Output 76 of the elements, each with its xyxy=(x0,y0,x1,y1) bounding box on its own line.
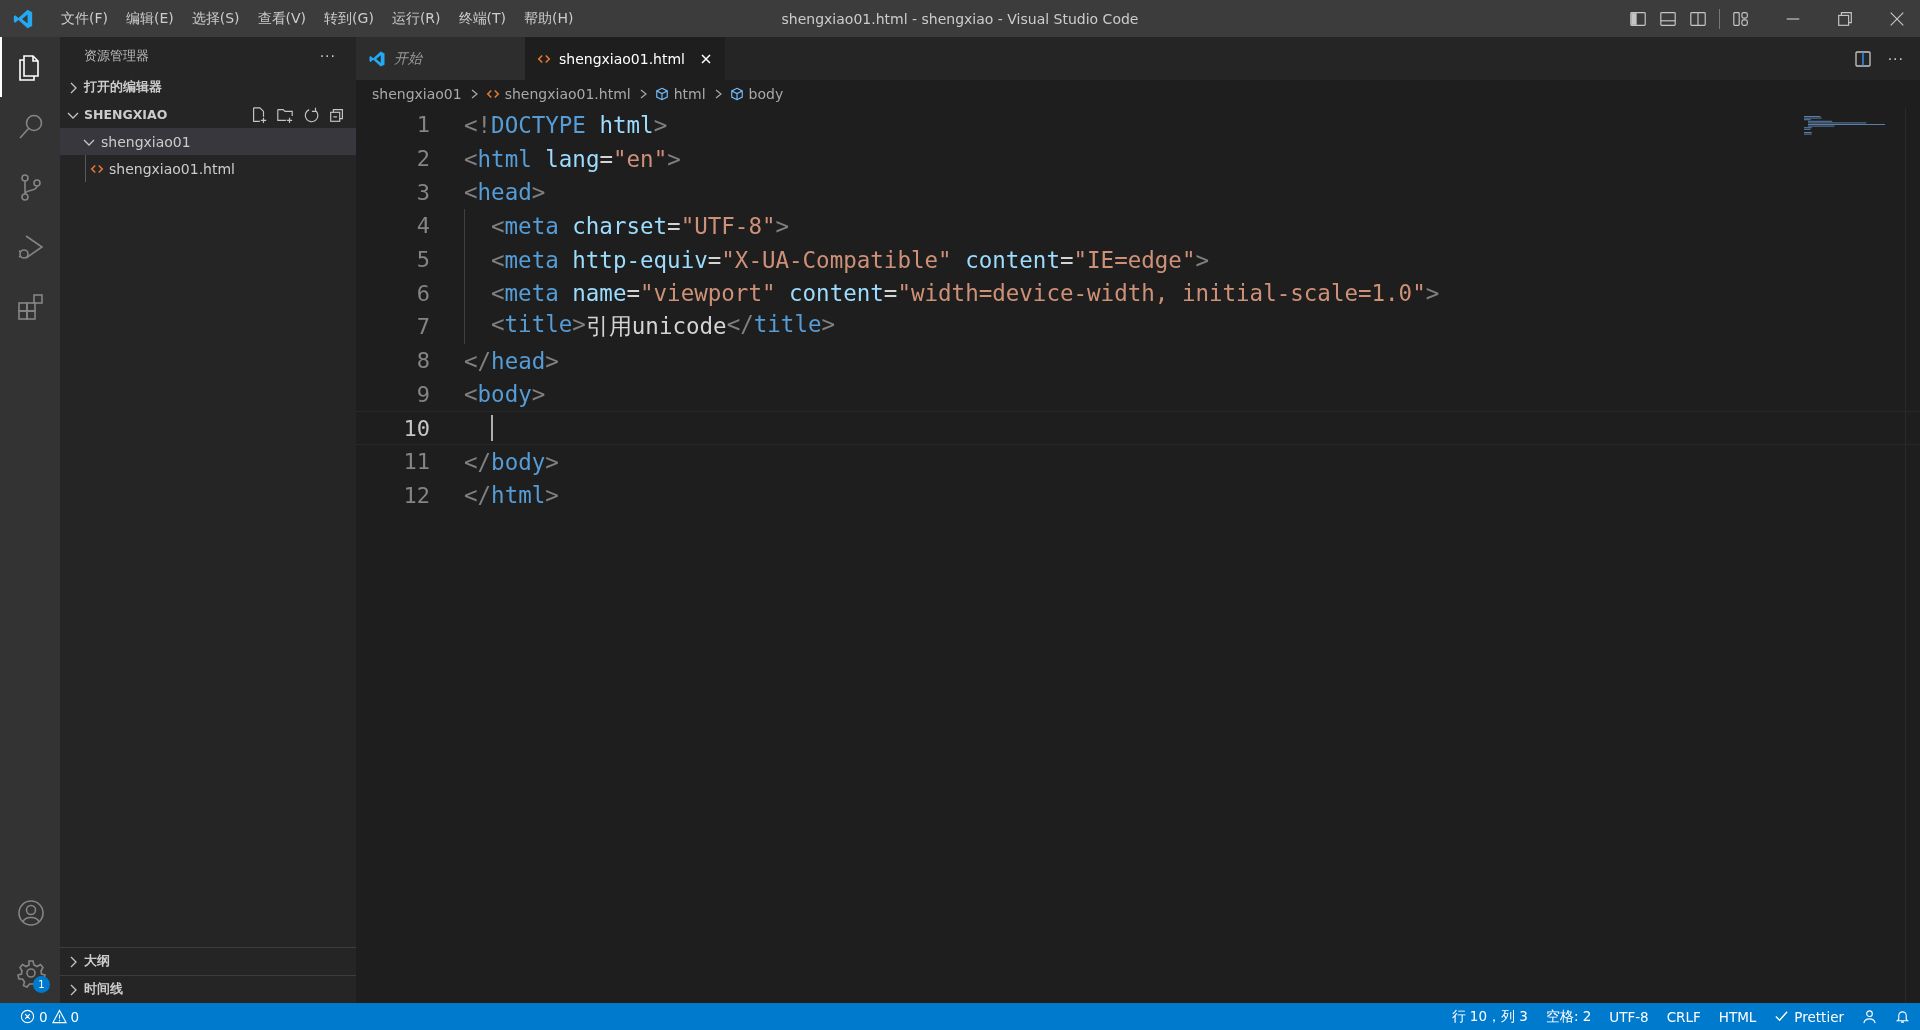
code-text: <html lang="en"> xyxy=(464,145,681,172)
line-number: 1 xyxy=(415,112,430,138)
code-text: <!DOCTYPE html> xyxy=(464,111,668,138)
status-item[interactable]: Prettier xyxy=(1774,1008,1844,1025)
panel-toggle-icon[interactable] xyxy=(1659,9,1677,28)
element-icon xyxy=(729,87,744,101)
settings-icon[interactable] xyxy=(15,957,47,989)
editor-tab[interactable]: shengxiao01.html xyxy=(525,37,725,80)
layout-icon[interactable] xyxy=(1732,9,1750,28)
menu-item[interactable]: 文件(F) xyxy=(52,5,117,32)
split-layout-icon[interactable] xyxy=(1689,9,1707,28)
app-logo-icon xyxy=(12,7,34,30)
restore-icon[interactable] xyxy=(1836,9,1854,28)
code-text: <meta name="viewport" content="width=device-width, initial-scale=1.0"> xyxy=(490,280,1440,307)
line-number: 3 xyxy=(415,179,430,205)
html-file-icon xyxy=(485,87,500,101)
new-file-icon[interactable] xyxy=(250,105,268,124)
file-item[interactable]: shengxiao01.html xyxy=(109,160,235,177)
error-icon xyxy=(20,1009,35,1024)
section-header[interactable]: 打开的编辑器 xyxy=(84,79,162,96)
line-number: 6 xyxy=(415,280,430,306)
line-number: 2 xyxy=(415,146,430,172)
line-number: 12 xyxy=(402,482,430,508)
code-text: <head> xyxy=(464,179,546,206)
menu-item[interactable]: 查看(V) xyxy=(248,5,316,32)
window-title: shengxiao01.html - shengxiao - Visual Studio Code xyxy=(781,10,1139,27)
status-item[interactable]: CRLF xyxy=(1666,1008,1701,1025)
split-editor-icon[interactable] xyxy=(1853,49,1872,68)
status-item[interactable]: 行 10，列 3 xyxy=(1451,1007,1528,1026)
more-actions-button[interactable]: ··· xyxy=(1887,50,1904,67)
check-icon xyxy=(1774,1009,1790,1024)
breadcrumb-item[interactable]: body xyxy=(748,86,784,102)
warning-icon xyxy=(51,1009,67,1024)
person-icon[interactable] xyxy=(1862,1009,1877,1024)
element-icon xyxy=(654,87,669,101)
line-number: 4 xyxy=(415,213,430,239)
status-item[interactable]: 空格: 2 xyxy=(1545,1007,1592,1026)
line-number: 5 xyxy=(415,247,430,273)
line-number: 11 xyxy=(402,449,430,475)
sidebar-title: 资源管理器 xyxy=(84,46,149,65)
code-text: </head> xyxy=(464,347,559,374)
line-number: 7 xyxy=(415,314,430,340)
menu-item[interactable]: 转到(G) xyxy=(315,5,383,32)
menu-item[interactable]: 终端(T) xyxy=(449,5,515,32)
folder-item[interactable]: shengxiao01 xyxy=(101,133,191,150)
account-icon[interactable] xyxy=(15,897,47,929)
menu-item[interactable]: 编辑(E) xyxy=(117,5,183,32)
breadcrumb-item[interactable]: shengxiao01 xyxy=(372,86,462,102)
section-header[interactable]: 大纲 xyxy=(84,953,110,970)
close-icon[interactable] xyxy=(699,51,713,66)
sidebar-toggle-icon[interactable] xyxy=(1629,9,1647,28)
app-logo-icon xyxy=(368,49,386,68)
editor-tab[interactable]: 开始 xyxy=(356,37,525,80)
line-number: 10 xyxy=(402,415,430,441)
status-item[interactable]: UTF-8 xyxy=(1609,1008,1649,1025)
bell-icon[interactable] xyxy=(1895,1009,1910,1024)
refresh-icon[interactable] xyxy=(302,105,320,124)
line-number: 8 xyxy=(415,348,430,374)
code-text: </html> xyxy=(464,482,559,509)
notification-badge: 1 xyxy=(33,976,50,993)
section-header[interactable]: 时间线 xyxy=(84,981,123,998)
section-header[interactable]: SHENGXIAO xyxy=(84,107,168,122)
menu-item[interactable]: 帮助(H) xyxy=(515,5,583,32)
code-text: <meta http-equiv="X-UA-Compatible" content="IE=edge"> xyxy=(490,246,1209,273)
line-number: 9 xyxy=(415,381,430,407)
status-item[interactable]: HTML xyxy=(1718,1008,1757,1025)
breadcrumb-item[interactable]: shengxiao01.html xyxy=(504,86,631,102)
code-text: <title>引用unicode</title> xyxy=(490,311,836,342)
code-text: <body> xyxy=(464,381,546,408)
more-actions-button[interactable]: ··· xyxy=(319,47,336,64)
breadcrumb-item[interactable]: html xyxy=(673,86,706,102)
menu-item[interactable]: 选择(S) xyxy=(182,5,249,32)
code-text: </body> xyxy=(464,448,559,475)
menu-item[interactable]: 运行(R) xyxy=(382,5,450,32)
problems-indicator[interactable]: 0 0 xyxy=(20,1008,80,1025)
code-text: <meta charset="UTF-8"> xyxy=(490,212,790,239)
